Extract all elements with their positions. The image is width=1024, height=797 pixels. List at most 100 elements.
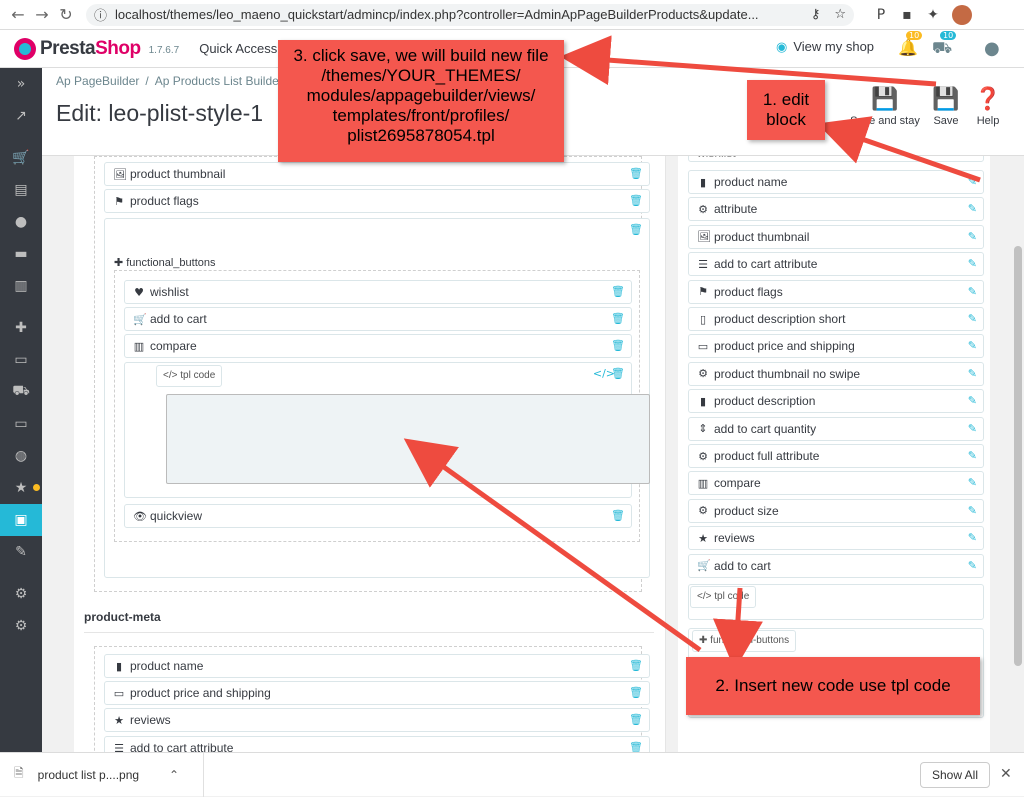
pagebuilder-icon[interactable]: ▣ bbox=[0, 504, 42, 536]
element-source-item[interactable]: ⚙ product thumbnail no swipe ✎ bbox=[688, 361, 984, 386]
star-icon[interactable]: ☆ bbox=[834, 7, 846, 22]
element-source-item[interactable]: ▯ product description short ✎ bbox=[688, 307, 984, 331]
trash-icon[interactable]: 🗑 bbox=[611, 285, 625, 298]
international-icon[interactable]: ◍ bbox=[0, 440, 42, 472]
trash-icon[interactable]: 🗑 bbox=[629, 194, 643, 207]
element-product-name[interactable]: ▮ product name 🗑 bbox=[104, 654, 650, 678]
address-bar[interactable]: ⓘ localhost/themes/leo_maeno_quickstart/… bbox=[86, 3, 854, 26]
account-icon[interactable]: ● bbox=[984, 38, 1000, 59]
element-source-item[interactable]: ⇕ add to cart quantity ✎ bbox=[688, 416, 984, 441]
help-button[interactable]: ❓ Help bbox=[972, 88, 1004, 128]
element-source-item[interactable]: ★ reviews ✎ bbox=[688, 526, 984, 551]
customers-icon[interactable]: ⛟ 10 bbox=[932, 31, 957, 59]
trash-icon[interactable]: 🗑 bbox=[629, 741, 643, 752]
collapse-icon[interactable]: » bbox=[0, 68, 42, 100]
orders-bell-icon[interactable]: 🔔 10 bbox=[898, 31, 923, 57]
catalog-icon[interactable]: ▤ bbox=[0, 174, 42, 206]
element-product-price[interactable]: ▭ product price and shipping 🗑 bbox=[104, 681, 650, 705]
edit-icon[interactable]: ✎ bbox=[968, 504, 977, 517]
edit-icon[interactable]: ✎ bbox=[968, 285, 977, 298]
element-source-item[interactable]: ⚙ product size ✎ bbox=[688, 498, 984, 523]
edit-icon[interactable]: ✎ bbox=[968, 339, 977, 352]
edit-icon[interactable]: ✎ bbox=[968, 476, 977, 489]
dashboard-icon[interactable]: ↗ bbox=[0, 100, 42, 132]
extension-icon[interactable]: ▪ bbox=[894, 7, 920, 23]
element-wishlist[interactable]: ♥ wishlist 🗑 bbox=[124, 280, 632, 304]
trash-icon[interactable]: 🗑 bbox=[611, 367, 625, 380]
edit-icon[interactable]: ✎ bbox=[968, 175, 977, 188]
close-icon[interactable]: ✕ bbox=[1000, 766, 1012, 782]
show-all-button[interactable]: Show All bbox=[920, 762, 990, 788]
element-source-item[interactable]: ▮ product name ✎ bbox=[688, 170, 984, 194]
trash-icon[interactable]: 🗑 bbox=[629, 167, 643, 180]
edit-icon[interactable]: ✎ bbox=[968, 156, 977, 158]
edit-icon[interactable]: ✎ bbox=[968, 394, 977, 407]
element-product-thumbnail[interactable]: 🖼 product thumbnail 🗑 bbox=[104, 162, 650, 186]
edit-icon[interactable]: ✎ bbox=[968, 367, 977, 380]
trash-icon[interactable]: 🗑 bbox=[611, 339, 625, 352]
element-source-item[interactable]: ⚙ product full attribute ✎ bbox=[688, 444, 984, 468]
element-reviews[interactable]: ★ reviews 🗑 bbox=[104, 708, 650, 732]
page-scrollbar[interactable] bbox=[1012, 156, 1024, 752]
element-wishlist-source[interactable]: wishlist✎ bbox=[688, 156, 984, 162]
trash-icon[interactable]: 🗑 bbox=[611, 509, 625, 522]
element-source-item[interactable]: 🖼 product thumbnail ✎ bbox=[688, 224, 984, 249]
element-source-item[interactable]: 🛒 add to cart ✎ bbox=[688, 553, 984, 578]
puzzle-icon[interactable]: ✦ bbox=[920, 7, 946, 23]
download-item[interactable]: 🗎 product list p....png ⌃ bbox=[14, 752, 204, 797]
chevron-up-icon[interactable]: ⌃ bbox=[169, 768, 179, 782]
customers-icon[interactable]: ● bbox=[0, 206, 42, 238]
orders-icon[interactable]: 🛒 bbox=[0, 142, 42, 174]
element-quickview[interactable]: 👁 quickview 🗑 bbox=[124, 504, 632, 528]
element-source-item[interactable]: ☰ add to cart attribute ✎ bbox=[688, 252, 984, 277]
stats-icon[interactable]: ▥ bbox=[0, 270, 42, 302]
trash-icon[interactable]: 🗑 bbox=[611, 312, 625, 325]
design-icon[interactable]: ▭ bbox=[0, 344, 42, 376]
element-add-to-cart[interactable]: 🛒 add to cart 🗑 bbox=[124, 307, 632, 331]
trash-icon[interactable]: 🗑 bbox=[629, 223, 643, 236]
scroll-thumb[interactable] bbox=[1014, 246, 1022, 666]
element-add-to-cart-attribute[interactable]: ☰ add to cart attribute 🗑 bbox=[104, 736, 650, 752]
quick-access-menu[interactable]: Quick Access bbox=[199, 41, 277, 56]
profile-avatar[interactable] bbox=[952, 4, 972, 25]
callout-step-2: 2. Insert new code use tpl code bbox=[686, 657, 980, 715]
save-button[interactable]: 💾 Save bbox=[930, 88, 962, 128]
prestashop-logo[interactable]: PrestaShop bbox=[14, 37, 141, 60]
trash-icon[interactable]: 🗑 bbox=[629, 713, 643, 726]
element-source-item[interactable]: ⚑ product flags ✎ bbox=[688, 279, 984, 304]
settings-icon[interactable]: ⚙ bbox=[0, 578, 42, 610]
reload-icon[interactable]: ↻ bbox=[54, 5, 78, 24]
back-icon[interactable]: ← bbox=[6, 5, 30, 24]
shipping-icon[interactable]: ⛟ bbox=[0, 376, 42, 408]
advanced-icon[interactable]: ⚙ bbox=[0, 610, 42, 642]
element-source-item[interactable]: ▮ product description ✎ bbox=[688, 389, 984, 414]
edit-icon[interactable]: ✎ bbox=[968, 202, 977, 215]
star-icon[interactable]: ★ bbox=[0, 472, 42, 504]
trash-icon[interactable]: 🗑 bbox=[629, 659, 643, 672]
edit-icon[interactable]: ✎ bbox=[968, 312, 977, 325]
forward-icon[interactable]: → bbox=[30, 5, 54, 24]
extension-icon[interactable]: P bbox=[868, 7, 894, 23]
key-icon[interactable]: ⚷ bbox=[811, 7, 821, 22]
modules-icon[interactable]: ✚ bbox=[0, 312, 42, 344]
edit-icon[interactable]: ✎ bbox=[968, 449, 977, 462]
pen-icon[interactable]: ✎ bbox=[0, 536, 42, 568]
element-source-item[interactable]: ⚙ attribute ✎ bbox=[688, 197, 984, 222]
messages-icon[interactable]: ▬ bbox=[0, 238, 42, 270]
element-compare[interactable]: ▥ compare 🗑 bbox=[124, 334, 632, 358]
puzzle-icon: ✚ bbox=[114, 256, 124, 269]
element-source-item[interactable]: ▭ product price and shipping ✎ bbox=[688, 334, 984, 359]
edit-icon[interactable]: ✎ bbox=[968, 230, 977, 243]
element-source-item[interactable]: ▥ compare ✎ bbox=[688, 471, 984, 496]
info-icon[interactable]: ⓘ bbox=[94, 5, 107, 24]
element-product-flags[interactable]: ⚑ product flags 🗑 bbox=[104, 189, 650, 213]
view-shop-link[interactable]: ◉ View my shop bbox=[776, 39, 874, 55]
edit-icon[interactable]: ✎ bbox=[968, 531, 977, 544]
edit-icon[interactable]: ✎ bbox=[968, 559, 977, 572]
save-and-stay-button[interactable]: 💾 Save and stay bbox=[848, 88, 922, 128]
tpl-code-textarea[interactable] bbox=[166, 394, 650, 484]
edit-icon[interactable]: ✎ bbox=[968, 257, 977, 270]
trash-icon[interactable]: 🗑 bbox=[629, 686, 643, 699]
edit-icon[interactable]: ✎ bbox=[968, 422, 977, 435]
payment-icon[interactable]: ▭ bbox=[0, 408, 42, 440]
